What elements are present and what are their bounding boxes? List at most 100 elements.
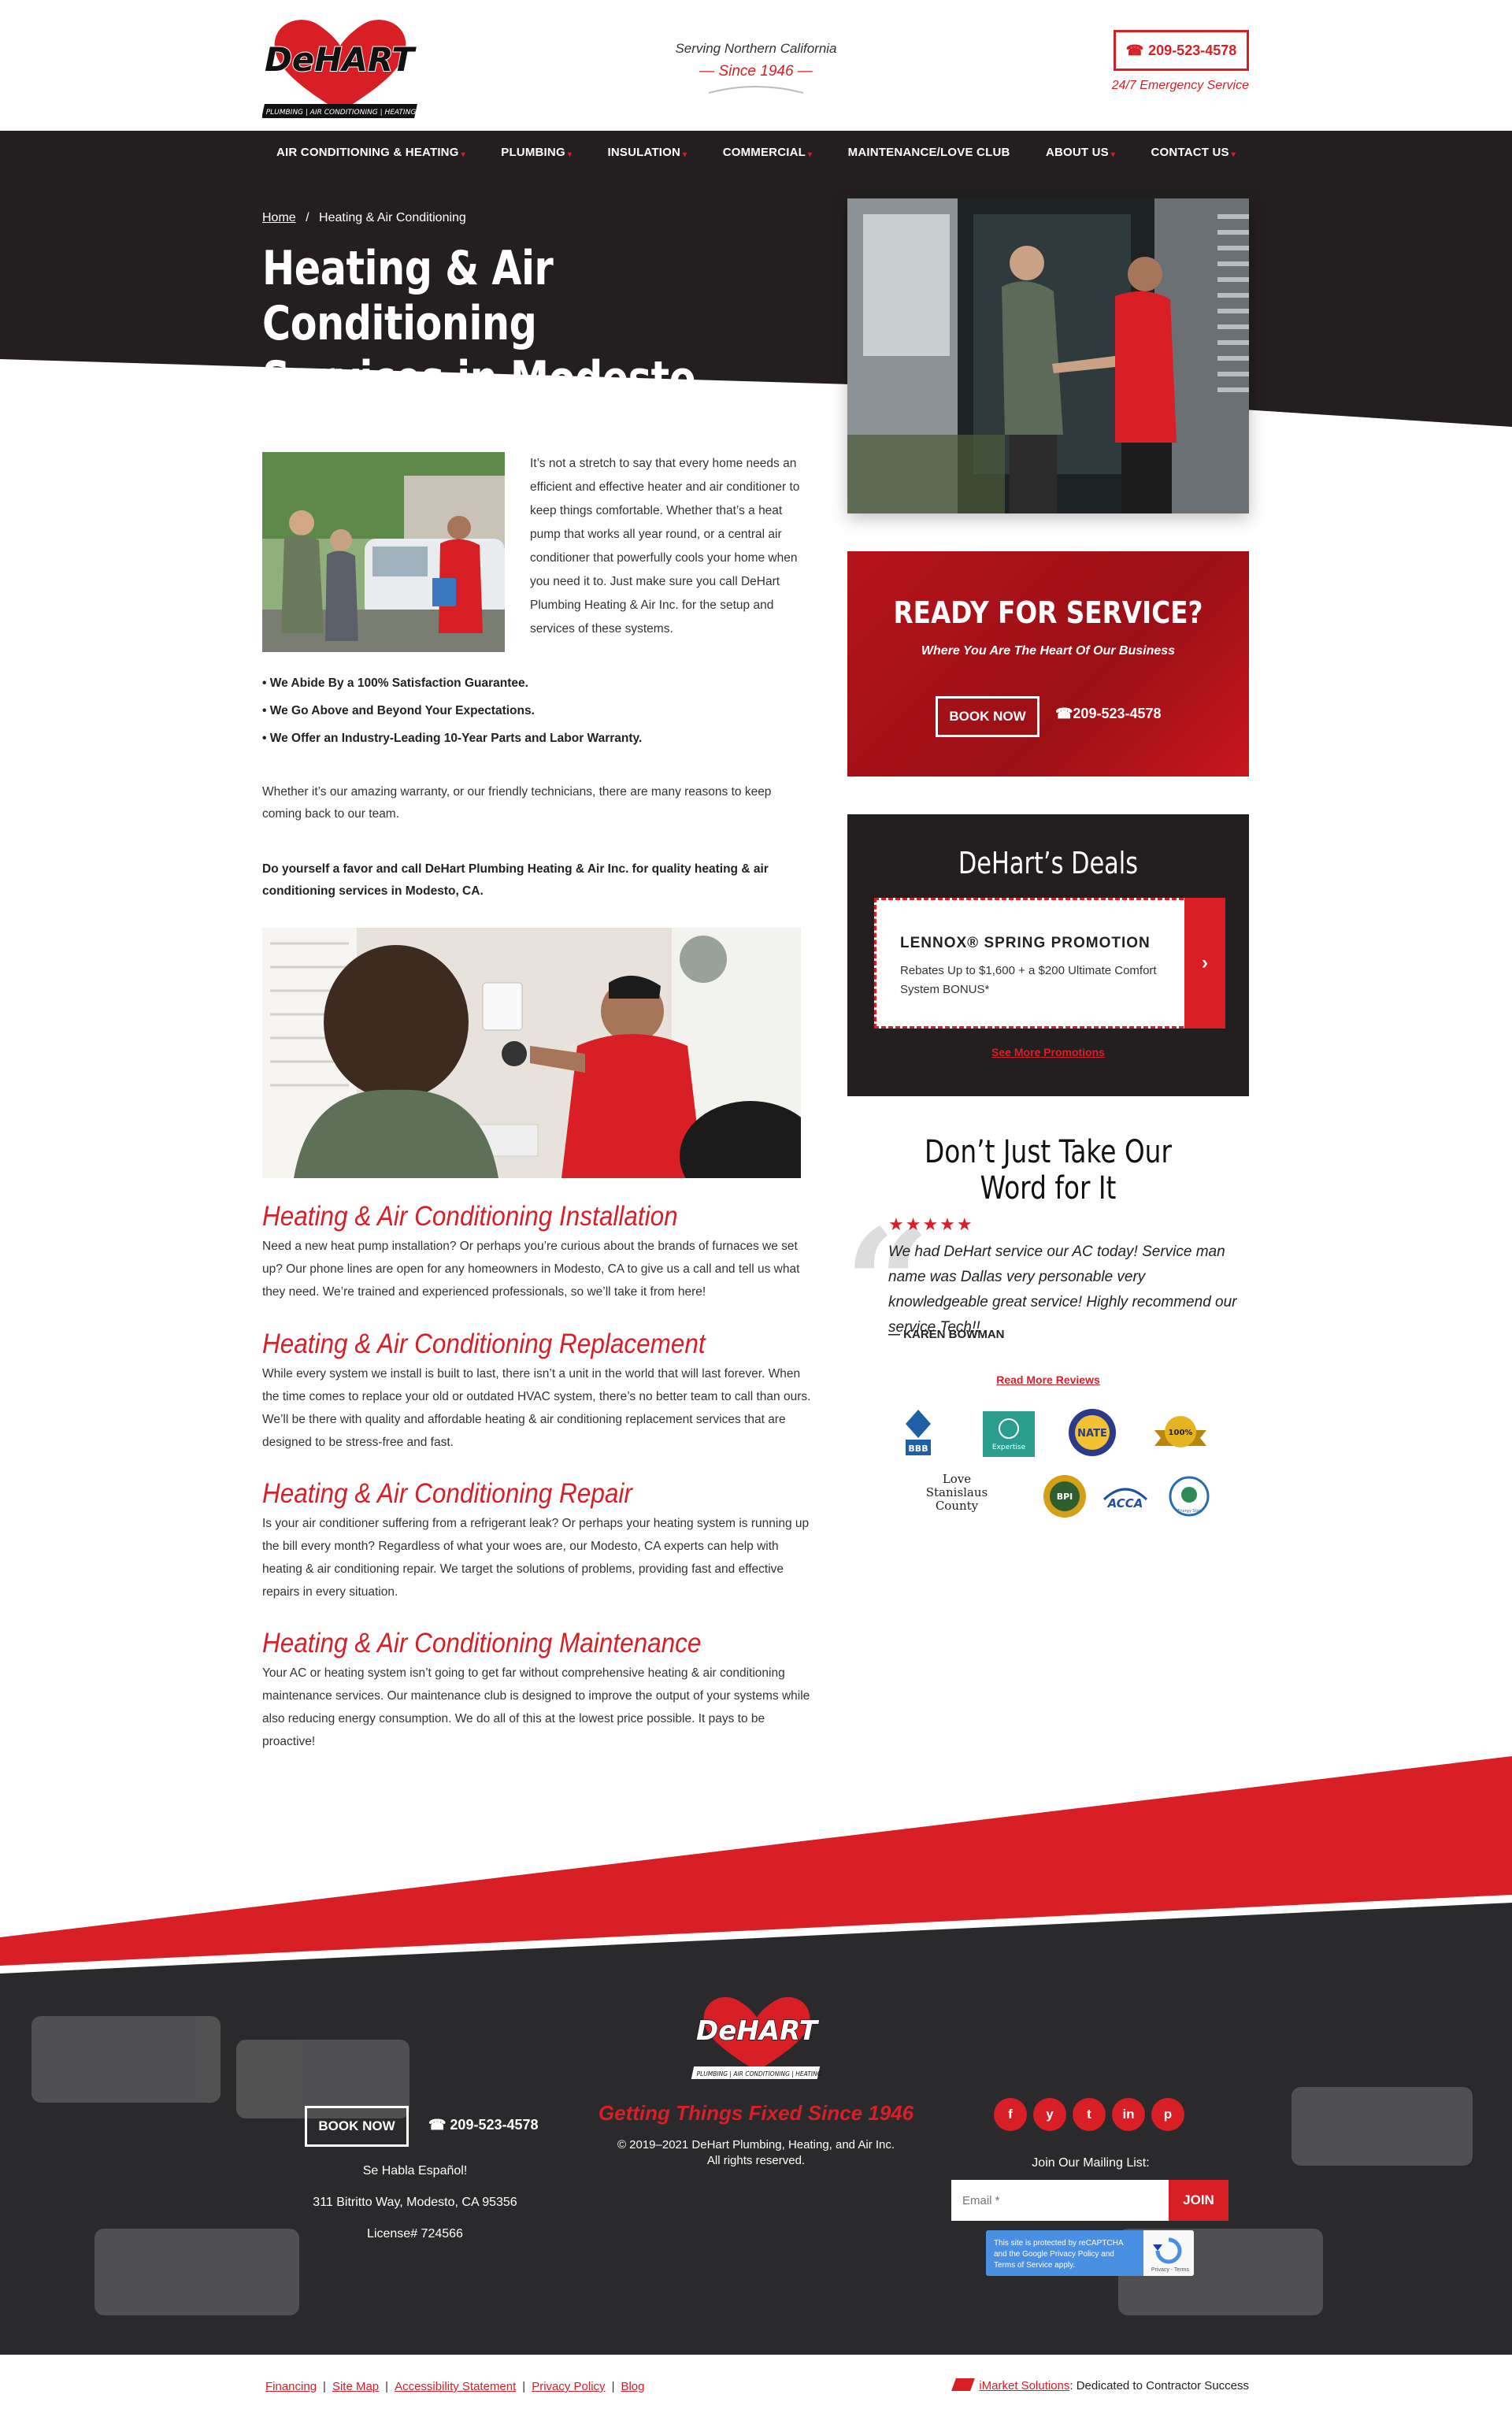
nav-item-maintenance-love-club[interactable]: MAINTENANCE/LOVE CLUB: [848, 146, 1010, 159]
promotion-title: LENNOX® SPRING PROMOTION: [900, 935, 1151, 951]
chevron-down-icon: ▾: [1110, 150, 1116, 159]
deals-title: DeHart’s Deals: [958, 846, 1139, 880]
nav-item-about-us[interactable]: ABOUT US ▾: [1046, 146, 1115, 159]
read-more-reviews-link[interactable]: Read More Reviews: [847, 1373, 1249, 1386]
section-body: While every system we install is built t…: [262, 1367, 811, 1449]
breadcrumb: Home / Heating & Air Conditioning: [262, 211, 466, 224]
link-separator: |: [385, 2380, 389, 2393]
footer-link-blog[interactable]: Blog: [621, 2380, 644, 2393]
twitter-icon[interactable]: t: [1073, 2098, 1106, 2131]
recaptcha-badge[interactable]: This site is protected by reCAPTCHA and …: [986, 2230, 1194, 2276]
nav-item-air-conditioning-heating[interactable]: AIR CONDITIONING & HEATING ▾: [276, 146, 465, 159]
email-field[interactable]: [951, 2180, 1169, 2221]
deals-box: DeHart’s Deals LENNOX® SPRING PROMOTION …: [847, 814, 1249, 1096]
footer-link-financing[interactable]: Financing: [265, 2380, 317, 2393]
tagline-serving: Serving Northern California: [675, 41, 837, 56]
credit-text: iMarket Solutions: Dedicated to Contract…: [937, 2378, 1249, 2392]
bpi-badge: BPI: [1043, 1474, 1087, 1522]
love-stanislaus-badge: Love Stanislaus County: [925, 1472, 988, 1513]
facebook-icon[interactable]: f: [994, 2098, 1027, 2131]
pinterest-icon[interactable]: p: [1151, 2098, 1184, 2131]
emergency-service-text: 24/7 Emergency Service: [1111, 79, 1249, 92]
ready-subtitle: Where You Are The Heart Of Our Business: [921, 644, 1176, 658]
imarket-link[interactable]: iMarket Solutions: [979, 2379, 1069, 2392]
list-item: • We Go Above and Beyond Your Expectatio…: [262, 704, 535, 717]
svg-text:DeHART: DeHART: [696, 2015, 820, 2047]
header-phone-button[interactable]: ☎ 209-523-4578: [1114, 30, 1249, 71]
technician-with-customers-photo: [262, 452, 505, 652]
thermostat-photo: [262, 928, 821, 1211]
bottom-bar: Financing | Site Map | Accessibility Stateme…: [0, 2355, 1512, 2424]
mailing-list-label: Join Our Mailing List:: [1032, 2156, 1150, 2170]
hero-banner: Home / Heating & Air Conditioning Heatin…: [0, 173, 1512, 461]
footer-link-accessibility-statement[interactable]: Accessibility Statement: [395, 2380, 516, 2393]
svg-text:PLUMBING | AIR CONDITIONING |: PLUMBING | AIR CONDITIONING | HEATING: [266, 109, 417, 117]
section-body: Need a new heat pump installation? Or pe…: [262, 1240, 800, 1299]
svg-text:NATE: NATE: [1077, 1428, 1107, 1440]
svg-text:BBB: BBB: [908, 1444, 928, 1454]
guarantee-list: • We Abide By a 100% Satisfaction Guaran…: [262, 669, 642, 752]
list-item: • We Abide By a 100% Satisfaction Guaran…: [262, 676, 528, 690]
see-more-promotions-link[interactable]: See More Promotions: [847, 1046, 1249, 1058]
acca-badge: ACCA: [1098, 1477, 1153, 1521]
list-item: • We Offer an Industry-Leading 10-Year P…: [262, 732, 643, 745]
main-nav: AIR CONDITIONING & HEATING ▾ PLUMBING ▾ INSU…: [0, 131, 1512, 173]
nav-item-insulation[interactable]: INSULATION ▾: [607, 146, 687, 159]
section-heading: Heating & Air Conditioning Replacement: [262, 1329, 706, 1359]
review-author: — KAREN BOWMAN: [888, 1328, 1005, 1341]
nav-item-plumbing[interactable]: PLUMBING ▾: [501, 146, 572, 159]
license-text: License# 724566: [367, 2227, 463, 2241]
chevron-down-icon: ▾: [567, 150, 573, 159]
svg-text:DeHART: DeHART: [265, 40, 417, 79]
section-heading: Heating & Air Conditioning Maintenance: [262, 1628, 702, 1659]
ready-phone-link[interactable]: ☎209-523-4578: [1055, 706, 1162, 722]
section-heading: Heating & Air Conditioning Repair: [262, 1478, 632, 1509]
chevron-down-icon: ▾: [461, 150, 465, 159]
join-button[interactable]: JOIN: [1169, 2180, 1228, 2221]
promotion-description: Rebates Up to $1,600 + a $200 Ultimate C…: [900, 964, 1157, 996]
hero-photo-handshake: [847, 198, 1249, 513]
footer-links: Financing | Site Map | Accessibility Stateme…: [265, 2380, 645, 2393]
hero-background: [0, 173, 1512, 427]
nav-item-contact-us[interactable]: CONTACT US ▾: [1151, 146, 1236, 159]
ready-title: READY FOR SERVICE?: [893, 595, 1203, 630]
page-title: Heating & Air Conditioning Services in Mo…: [262, 241, 710, 461]
promotion-card[interactable]: LENNOX® SPRING PROMOTION Rebates Up to $…: [874, 898, 1219, 1029]
link-separator: |: [611, 2380, 615, 2393]
footer-link-site-map[interactable]: Site Map: [332, 2380, 379, 2393]
yelp-icon[interactable]: y: [1033, 2098, 1066, 2131]
book-now-button[interactable]: BOOK NOW: [936, 696, 1040, 737]
link-separator: |: [522, 2380, 526, 2393]
svg-text:ACCA: ACCA: [1107, 1496, 1143, 1510]
phone-icon: ☎: [1125, 42, 1144, 58]
chevron-down-icon: ▾: [1231, 150, 1236, 159]
site-header: DeHART PLUMBING | AIR CONDITIONING | HEA…: [0, 0, 1512, 131]
chevron-right-icon[interactable]: ›: [1184, 898, 1225, 1029]
tagline-swoosh: [708, 86, 804, 94]
review-text: We had DeHart service our AC today! Serv…: [888, 1244, 1237, 1336]
svg-text:Energy Star: Energy Star: [1177, 1509, 1201, 1514]
breadcrumb-home-link[interactable]: Home: [262, 211, 296, 224]
expertise-badge: Expertise: [981, 1410, 1036, 1462]
installation-section: Heating & Air Conditioning Installation …: [262, 1200, 813, 1303]
nate-badge: NATE: [1068, 1407, 1117, 1462]
footer-book-now-button[interactable]: BOOK NOW: [305, 2106, 409, 2147]
footer-logo[interactable]: DeHART PLUMBING | AIR CONDITIONING | HEA…: [690, 1989, 824, 2085]
section-body: Your AC or heating system isn’t going to…: [262, 1666, 810, 1748]
warranty-paragraph: Whether it’s our amazing warranty, or ou…: [262, 785, 772, 821]
footer-link-privacy-policy[interactable]: Privacy Policy: [532, 2380, 605, 2393]
repair-section: Heating & Air Conditioning Repair Is you…: [262, 1477, 813, 1603]
svg-text:PLUMBING | AIR CONDITIONING |: PLUMBING | AIR CONDITIONING | HEATING: [697, 2070, 822, 2077]
spanish-text: Se Habla Español!: [362, 2164, 468, 2178]
footer-slogan: Getting Things Fixed Since 1946: [598, 2101, 914, 2125]
dehart-logo[interactable]: DeHART PLUMBING | AIR CONDITIONING | HEA…: [261, 11, 418, 121]
site-footer: DeHART PLUMBING | AIR CONDITIONING | HEA…: [0, 1756, 1512, 2355]
tagline-since: — Since 1946 —: [699, 63, 813, 80]
footer-phone-link[interactable]: ☎ 209-523-4578: [428, 2117, 539, 2133]
star-rating: ★★★★★: [888, 1214, 974, 1234]
breadcrumb-current: Heating & Air Conditioning: [319, 211, 466, 224]
linkedin-icon[interactable]: in: [1112, 2098, 1145, 2131]
svg-text:Expertise: Expertise: [992, 1444, 1026, 1451]
imarket-logo-icon: [951, 2378, 976, 2391]
nav-item-commercial[interactable]: COMMERCIAL ▾: [723, 146, 813, 159]
